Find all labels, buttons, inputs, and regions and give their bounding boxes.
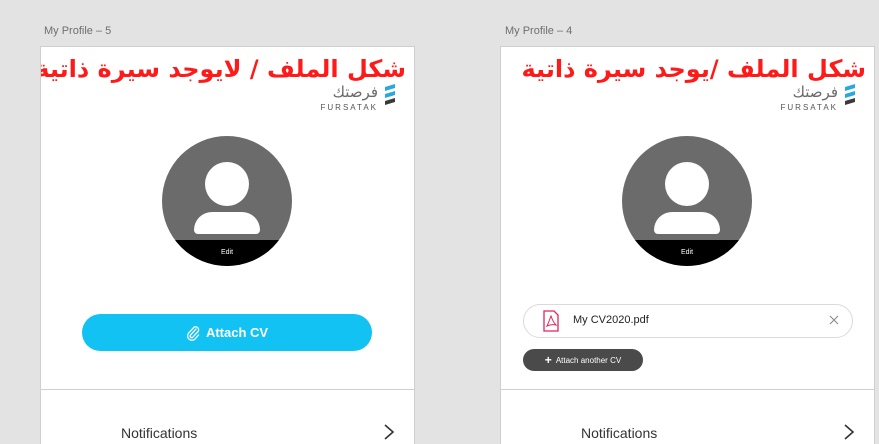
overlay-title: شكل الملف / لايوجد سيرة ذاتية [40,55,406,83]
avatar-edit-button[interactable]: Edit [162,240,292,266]
logo-arabic-text: فرصتك [332,83,378,101]
divider [41,389,414,390]
notifications-row[interactable]: Notifications [501,423,874,443]
logo-arabic-text: فرصتك [792,83,838,101]
artboard-profile-4: شكل الملف /يوجد سيرة ذاتية فرصتك FURSATA… [500,46,875,444]
close-icon[interactable] [828,314,840,326]
logo-mark-icon [385,84,395,105]
notifications-row[interactable]: Notifications [41,423,414,443]
cv-file-item[interactable]: My CV2020.pdf [523,304,853,338]
user-silhouette-body [194,212,260,234]
notifications-label: Notifications [581,425,658,441]
avatar[interactable]: Edit [622,136,752,266]
notifications-label: Notifications [121,425,198,441]
divider [501,389,874,390]
logo-mark-icon [845,84,855,105]
cv-file-name: My CV2020.pdf [573,314,649,326]
logo-latin-text: FURSATAK [320,103,378,112]
avatar-edit-button[interactable]: Edit [622,240,752,266]
fursatak-logo: فرصتك FURSATAK [321,83,398,112]
plus-icon: + [544,353,552,367]
overlay-title: شكل الملف /يوجد سيرة ذاتية [521,55,867,83]
frame-title-profile-4: My Profile – 4 [505,25,573,37]
avatar[interactable]: Edit [162,136,292,266]
frame-title-profile-5: My Profile – 5 [44,25,112,37]
chevron-right-icon [844,424,855,440]
user-silhouette-body [654,212,720,234]
paperclip-icon [186,325,200,341]
pdf-icon [543,310,559,332]
artboard-profile-5: شكل الملف / لايوجد سيرة ذاتية فرصتك FURS… [40,46,415,444]
attach-cv-label: Attach CV [205,325,269,340]
user-silhouette-icon [205,162,249,206]
attach-another-cv-button[interactable]: + Attach another CV [523,349,643,371]
attach-cv-button[interactable]: Attach CV [82,314,372,351]
attach-another-cv-label: Attach another CV [555,355,622,365]
user-silhouette-icon [665,162,709,206]
fursatak-logo: فرصتك FURSATAK [781,83,858,112]
logo-latin-text: FURSATAK [780,103,838,112]
chevron-right-icon [384,424,395,440]
